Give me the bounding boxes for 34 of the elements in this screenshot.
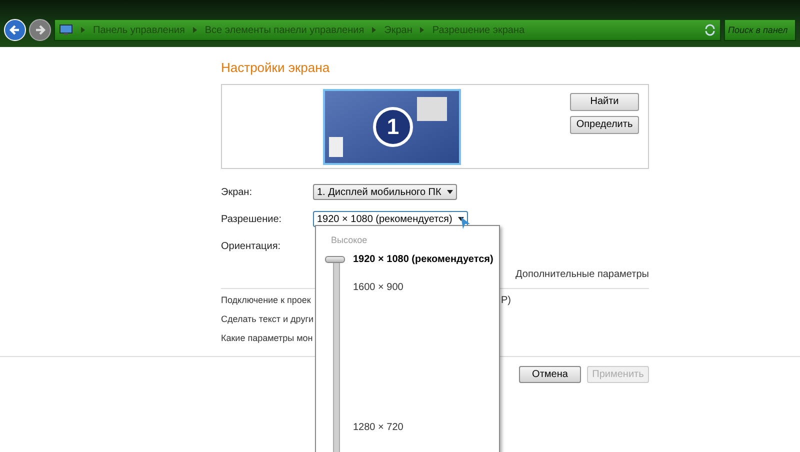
resolution-slider[interactable] [325,256,347,452]
dialog-button[interactable]: Отмена [519,366,581,382]
monitor-icon [59,24,73,36]
field-label: Ориентация: [221,240,282,254]
preview-button[interactable]: Определить [570,116,639,134]
resolution-option[interactable]: 1600 × 900 [353,280,404,295]
window-thumbnail-drawing [329,136,343,156]
dropdown[interactable]: 1. Дисплей мобильного ПК [313,184,458,200]
breadcrumb-arrow-icon[interactable] [370,26,378,34]
breadcrumb-arrow-icon[interactable] [418,26,426,34]
back-icon[interactable] [4,19,26,41]
mouse-pointer-icon [461,217,470,229]
resolution-option[interactable]: 1280 × 720 [353,420,404,435]
field-label: Экран: [221,186,253,200]
window-thumbnail-drawing [417,96,447,120]
breadcrumb-arrow-icon[interactable] [190,26,199,34]
forward-icon[interactable] [29,19,51,41]
settings-link[interactable]: Подключение к проек [221,294,315,308]
monitor-number: 1 [386,113,400,141]
advanced-settings-link[interactable]: Дополнительные параметры [516,266,649,282]
preview-button[interactable]: Найти [570,92,639,110]
settings-link[interactable]: Сделать текст и други [221,312,315,326]
refresh-icon[interactable] [704,24,716,36]
caret-icon [447,190,454,194]
monitor-drawing[interactable]: 1 [323,88,461,164]
slider-thumb[interactable] [325,256,345,263]
settings-link[interactable]: Какие параметры мон [221,332,315,346]
page-title: Настройки экрана [221,59,331,77]
breadcrumb-arrow-icon[interactable] [79,26,87,34]
field-label: Разрешение: [221,212,283,226]
search-field[interactable]: Поиск в панел [724,19,796,41]
settings-link[interactable]: P) [501,293,511,308]
slider-header: Высокое [331,234,368,247]
resolution-option[interactable]: 1920 × 1080 (рекомендуется) [353,252,494,267]
